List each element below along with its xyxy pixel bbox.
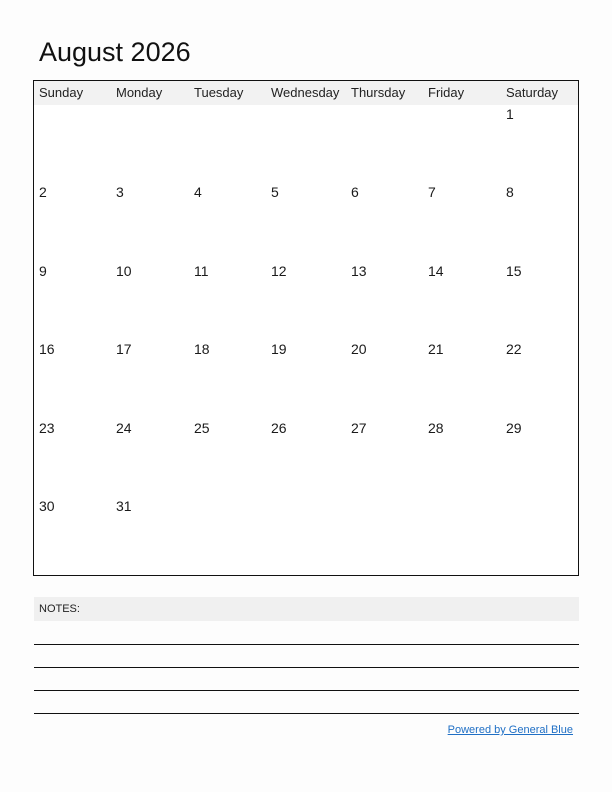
day-cell: 23 — [39, 420, 55, 436]
day-cell: 25 — [194, 420, 210, 436]
day-cell: 30 — [39, 498, 55, 514]
day-cell: 17 — [116, 341, 132, 357]
day-cell: 15 — [506, 263, 522, 279]
day-cell: 11 — [194, 263, 209, 279]
day-cell: 19 — [271, 341, 287, 357]
notes-line — [34, 644, 579, 645]
day-cell: 18 — [194, 341, 210, 357]
day-cell: 8 — [506, 184, 514, 200]
day-cell: 4 — [194, 184, 202, 200]
day-cell: 16 — [39, 341, 55, 357]
calendar-title: August 2026 — [39, 37, 191, 67]
weekday-saturday: Saturday — [506, 85, 559, 100]
day-cell: 29 — [506, 420, 522, 436]
day-cell: 21 — [428, 341, 444, 357]
weekday-wednesday: Wednesday — [271, 85, 340, 100]
day-cell: 28 — [428, 420, 444, 436]
powered-by-link[interactable]: Powered by General Blue — [448, 724, 573, 736]
day-cell: 10 — [116, 263, 132, 279]
day-cell: 7 — [428, 184, 436, 200]
day-cell: 6 — [351, 184, 359, 200]
day-cell: 20 — [351, 341, 367, 357]
day-cell: 31 — [116, 498, 132, 514]
notes-label: NOTES: — [39, 603, 80, 615]
weekday-thursday: Thursday — [351, 85, 406, 100]
day-cell: 3 — [116, 184, 124, 200]
day-cell: 27 — [351, 420, 367, 436]
day-cell: 22 — [506, 341, 522, 357]
weekday-header: Sunday Monday Tuesday Wednesday Thursday Frid… — [34, 81, 578, 105]
day-cell: 1 — [506, 106, 514, 122]
notes-line — [34, 667, 579, 668]
notes-line — [34, 713, 579, 714]
day-cell: 2 — [39, 184, 47, 200]
day-cell: 12 — [271, 263, 287, 279]
weekday-monday: Monday — [116, 85, 163, 100]
weekday-tuesday: Tuesday — [194, 85, 244, 100]
calendar-grid: Sunday Monday Tuesday Wednesday Thursday Frid… — [33, 80, 579, 576]
day-cell: 24 — [116, 420, 132, 436]
notes-header: NOTES: — [34, 597, 579, 621]
notes-line — [34, 690, 579, 691]
weekday-sunday: Sunday — [39, 85, 84, 100]
day-cell: 13 — [351, 263, 367, 279]
day-cell: 26 — [271, 420, 287, 436]
day-cell: 9 — [39, 263, 47, 279]
day-cell: 14 — [428, 263, 444, 279]
day-cell: 5 — [271, 184, 279, 200]
weekday-friday: Friday — [428, 85, 465, 100]
